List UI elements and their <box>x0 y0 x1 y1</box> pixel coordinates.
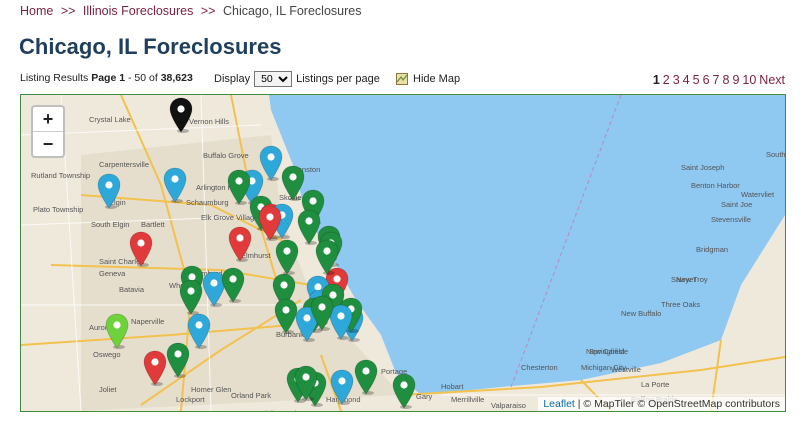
map-marker-icon <box>228 226 252 262</box>
page-link[interactable]: 3 <box>673 73 680 87</box>
next-page-link[interactable]: Next <box>759 73 785 87</box>
listing-pin-green[interactable] <box>354 359 378 395</box>
map-marker-icon <box>330 369 354 405</box>
listing-pin-green[interactable] <box>179 279 203 315</box>
map-marker-icon <box>221 267 245 303</box>
map-marker-icon <box>163 167 187 203</box>
listing-results: Listing Results Page 1 - 50 of 38,623 <box>20 72 193 84</box>
display-suffix: Listings per page <box>296 73 380 85</box>
page-link[interactable]: 10 <box>742 73 756 87</box>
map-marker-icon <box>275 239 299 275</box>
listing-pin-green[interactable] <box>221 267 245 303</box>
map-marker-icon <box>143 350 167 386</box>
foreclosure-map[interactable]: Crystal Lake Vernon Hills Buffalo Grove Car… <box>20 94 786 412</box>
zoom-control: + − <box>31 105 65 158</box>
map-marker-icon <box>227 169 251 205</box>
breadcrumb-current: Chicago, IL Foreclosures <box>222 4 362 18</box>
map-marker-icon <box>169 97 193 133</box>
map-marker-icon <box>258 205 282 241</box>
zoom-out-button[interactable]: − <box>33 132 63 156</box>
page-link[interactable]: 9 <box>732 73 739 87</box>
map-marker-icon <box>354 359 378 395</box>
map-marker-icon <box>97 173 121 209</box>
listing-pin-red[interactable] <box>129 231 153 267</box>
display-control: Display 50 Listings per page <box>214 71 380 87</box>
listing-pin-blue[interactable] <box>330 369 354 405</box>
listing-pin-green[interactable] <box>310 295 334 331</box>
breadcrumb-separator: >> <box>60 4 76 18</box>
listing-pin-green[interactable] <box>315 239 339 275</box>
page-link[interactable]: 5 <box>693 73 700 87</box>
listing-pin-blue[interactable] <box>187 313 211 349</box>
page-current: 1 <box>652 73 660 87</box>
leaflet-link[interactable]: Leaflet <box>543 398 575 410</box>
listing-pin-blue[interactable] <box>163 167 187 203</box>
attribution-copyright: © MapTiler © OpenStreetMap contributors <box>583 398 780 410</box>
listings-per-page-select[interactable]: 50 <box>254 71 293 87</box>
listing-pin-green[interactable] <box>274 298 298 334</box>
breadcrumb-separator: >> <box>200 4 216 18</box>
map-marker-icon <box>129 231 153 267</box>
listing-pin-green[interactable] <box>227 169 251 205</box>
pagination: 1 2 3 4 5 6 7 8 9 10 Next <box>653 73 785 87</box>
breadcrumb: Home >> Illinois Foreclosures >> Chicago… <box>20 4 361 18</box>
attribution-separator: | <box>577 398 581 410</box>
listing-pin-green[interactable] <box>392 373 416 409</box>
breadcrumb-state-link[interactable]: Illinois Foreclosures <box>83 4 193 18</box>
map-attribution: Leaflet | © MapTiler © OpenStreetMap con… <box>538 397 785 411</box>
results-prefix: Listing Results <box>20 72 89 84</box>
listing-pin-lime[interactable] <box>105 313 129 349</box>
page-link[interactable]: 2 <box>663 73 670 87</box>
zoom-in-button[interactable]: + <box>33 107 63 132</box>
breadcrumb-home-link[interactable]: Home <box>20 4 53 18</box>
page-title: Chicago, IL Foreclosures <box>19 34 282 59</box>
page-link[interactable]: 4 <box>683 73 690 87</box>
hide-map-label: Hide Map <box>413 73 461 85</box>
map-marker-icon <box>392 373 416 409</box>
map-marker-icon <box>315 239 339 275</box>
listing-pin-red[interactable] <box>143 350 167 386</box>
listing-pin-green[interactable] <box>294 365 318 401</box>
results-total: 38,623 <box>160 72 193 84</box>
page-link[interactable]: 6 <box>703 73 710 87</box>
page-link[interactable]: 8 <box>722 73 729 87</box>
listing-pin-green[interactable] <box>275 239 299 275</box>
listing-pin-black[interactable] <box>169 97 193 133</box>
map-pins <box>21 95 785 411</box>
map-marker-icon <box>274 298 298 334</box>
map-marker-icon <box>179 279 203 315</box>
display-label: Display <box>214 73 251 85</box>
results-of: of <box>149 72 158 84</box>
hide-map-button[interactable]: Hide Map <box>396 73 460 85</box>
page-link[interactable]: 7 <box>713 73 720 87</box>
results-page: Page 1 <box>91 72 126 84</box>
listing-pin-red[interactable] <box>258 205 282 241</box>
map-marker-icon <box>310 295 334 331</box>
map-marker-icon <box>187 313 211 349</box>
results-range: - 50 <box>127 72 147 84</box>
map-marker-icon <box>294 365 318 401</box>
map-icon <box>396 73 408 85</box>
listing-pin-red[interactable] <box>228 226 252 262</box>
listing-pin-blue[interactable] <box>97 173 121 209</box>
map-marker-icon <box>105 313 129 349</box>
